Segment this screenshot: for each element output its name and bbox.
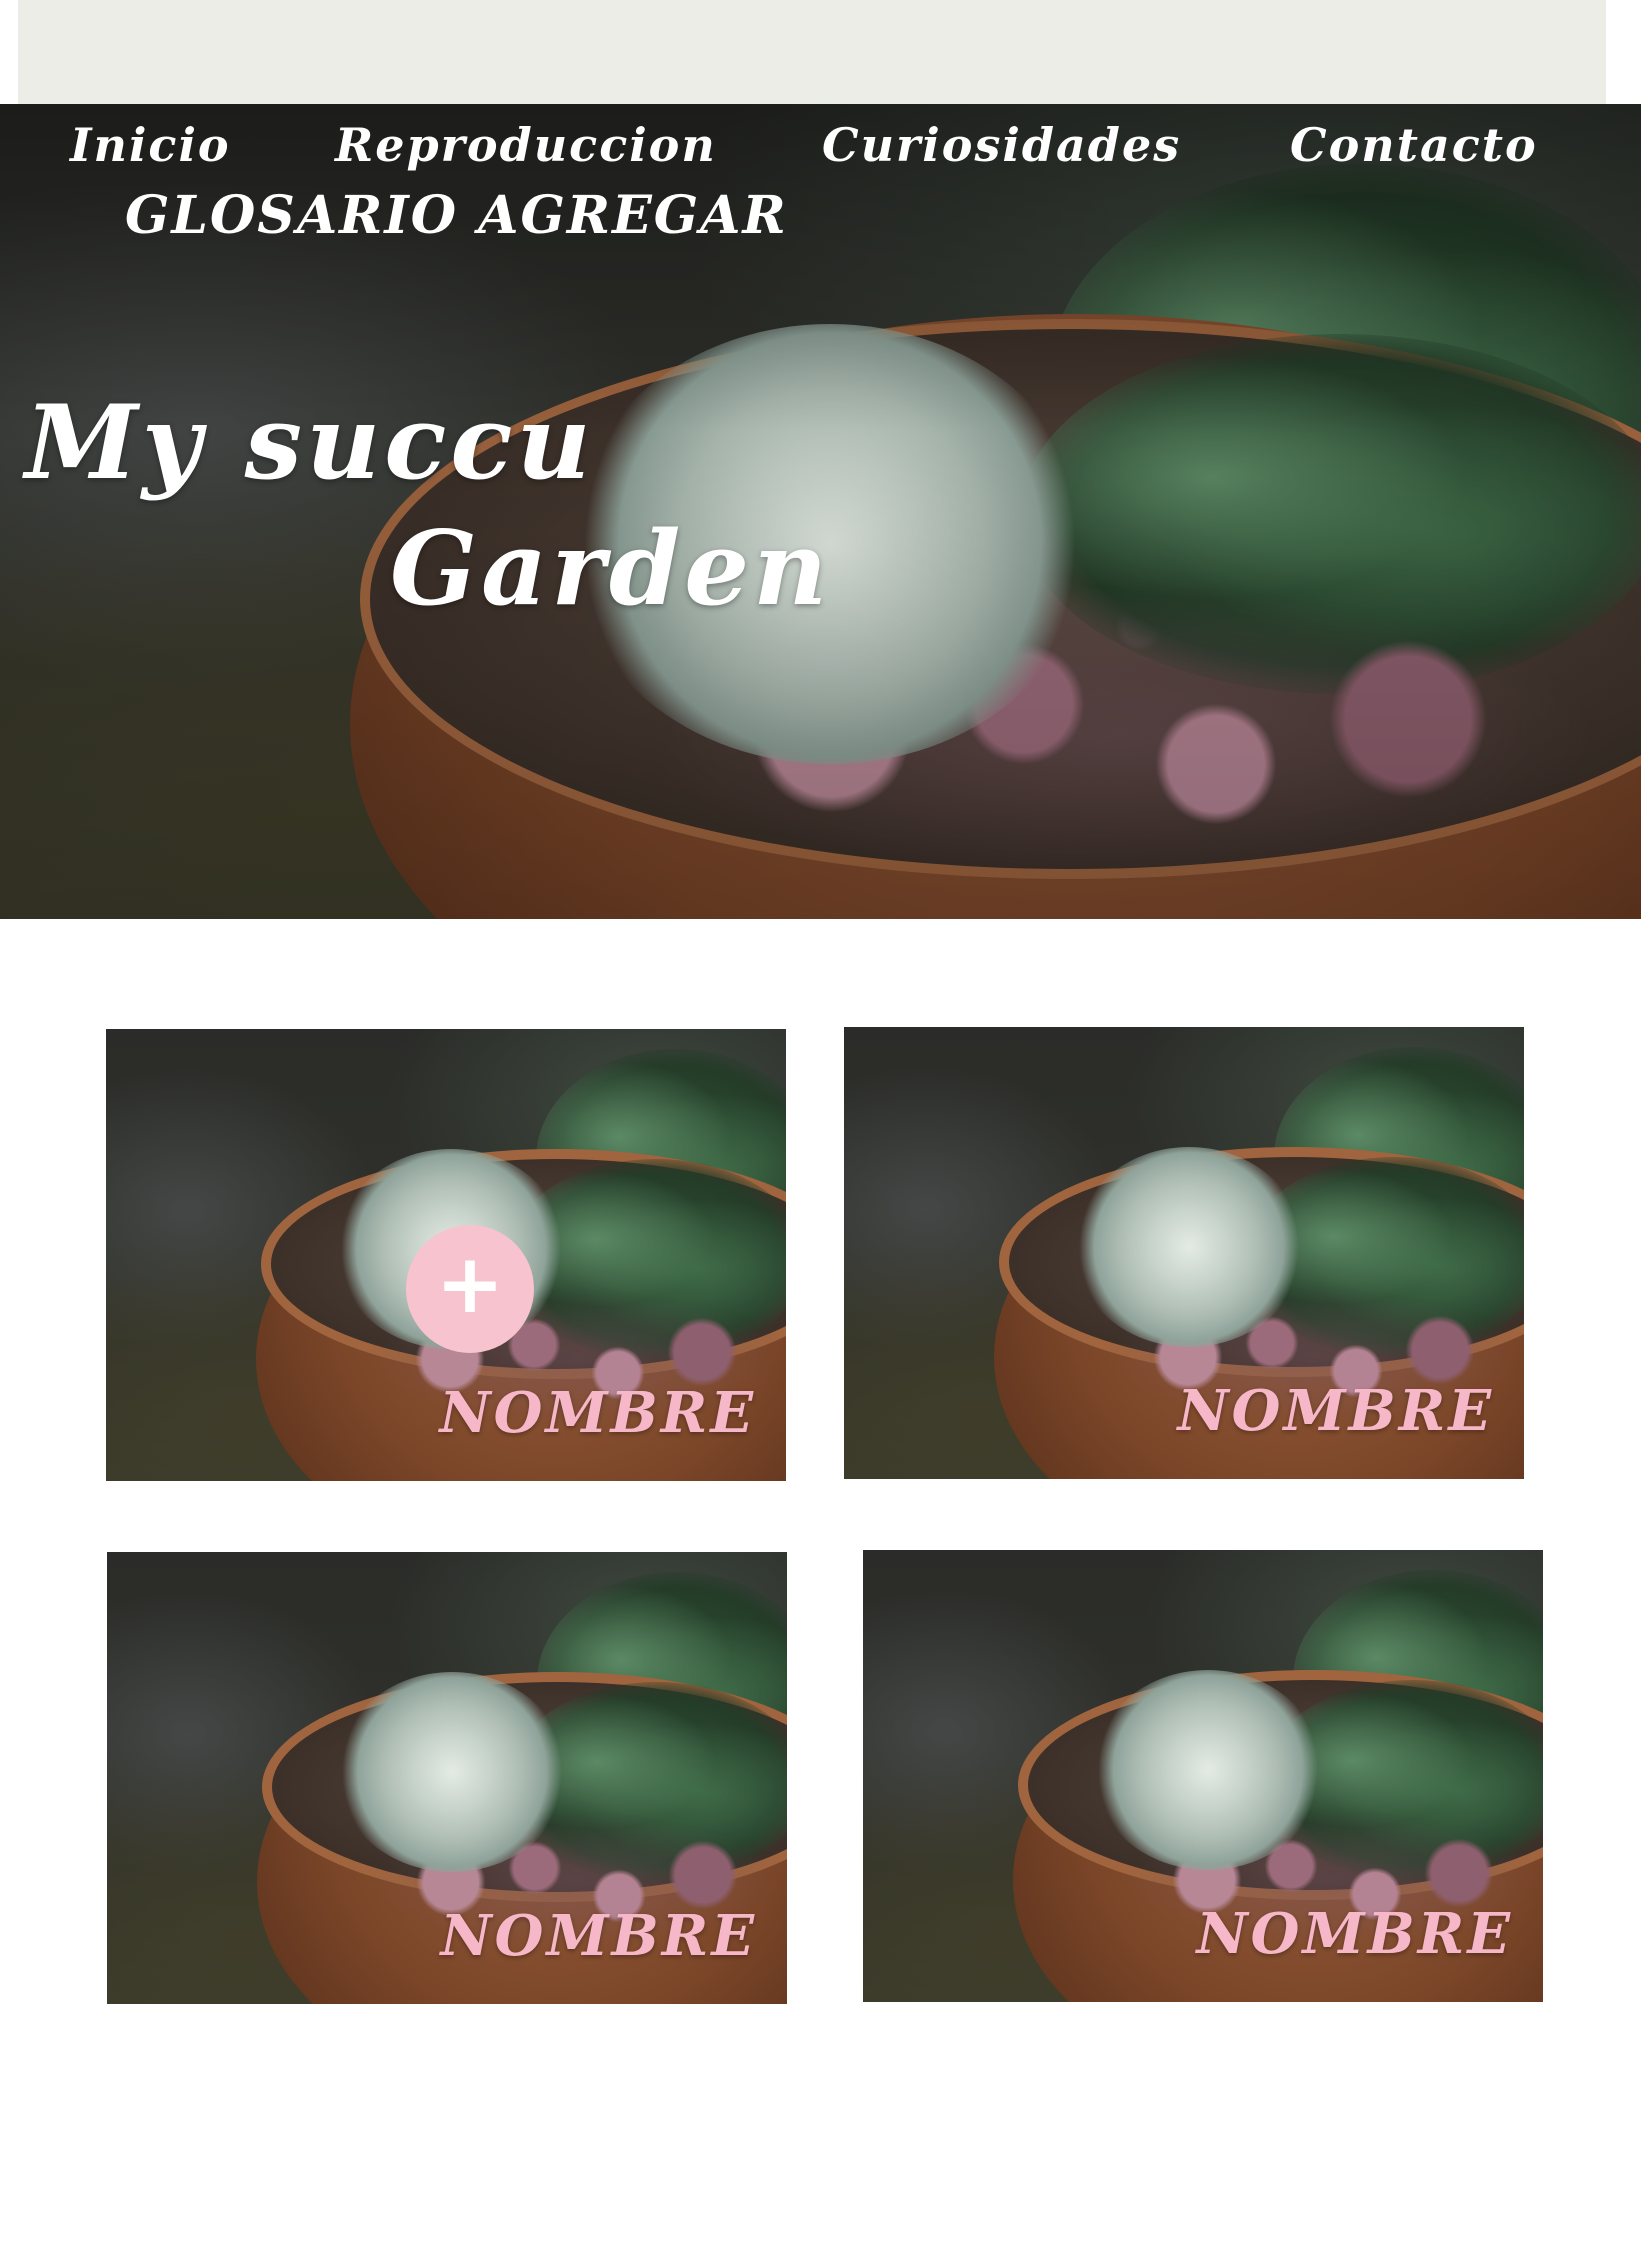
main-nav: Inicio Reproduccion Curiosidades Contact… bbox=[0, 112, 1641, 272]
site-title-line2: Garden bbox=[390, 509, 832, 629]
card-name-label: NOMBRE bbox=[1177, 1378, 1494, 1444]
plant-card[interactable]: NOMBRE bbox=[844, 1027, 1524, 1479]
plant-card[interactable]: + NOMBRE bbox=[106, 1029, 786, 1481]
nav-inicio[interactable]: Inicio bbox=[70, 122, 231, 168]
nav-glosario-agregar[interactable]: GLOSARIO AGREGAR bbox=[125, 190, 788, 242]
card-name-label: NOMBRE bbox=[440, 1903, 757, 1969]
nav-curiosidades[interactable]: Curiosidades bbox=[822, 122, 1181, 168]
site-title-line1: My succu bbox=[25, 383, 595, 503]
plant-card[interactable]: NOMBRE bbox=[107, 1552, 787, 2004]
add-button[interactable]: + bbox=[406, 1225, 534, 1353]
nav-reproduccion[interactable]: Reproduccion bbox=[335, 122, 717, 168]
card-name-label: NOMBRE bbox=[439, 1380, 756, 1446]
card-rosette bbox=[1093, 1670, 1323, 1870]
top-strip bbox=[18, 0, 1606, 104]
card-name-label: NOMBRE bbox=[1196, 1901, 1513, 1967]
card-rosette bbox=[337, 1672, 567, 1872]
plant-card[interactable]: NOMBRE bbox=[863, 1550, 1543, 2002]
nav-contacto[interactable]: Contacto bbox=[1290, 122, 1538, 168]
plus-icon: + bbox=[435, 1237, 505, 1332]
card-rosette bbox=[1074, 1147, 1304, 1347]
